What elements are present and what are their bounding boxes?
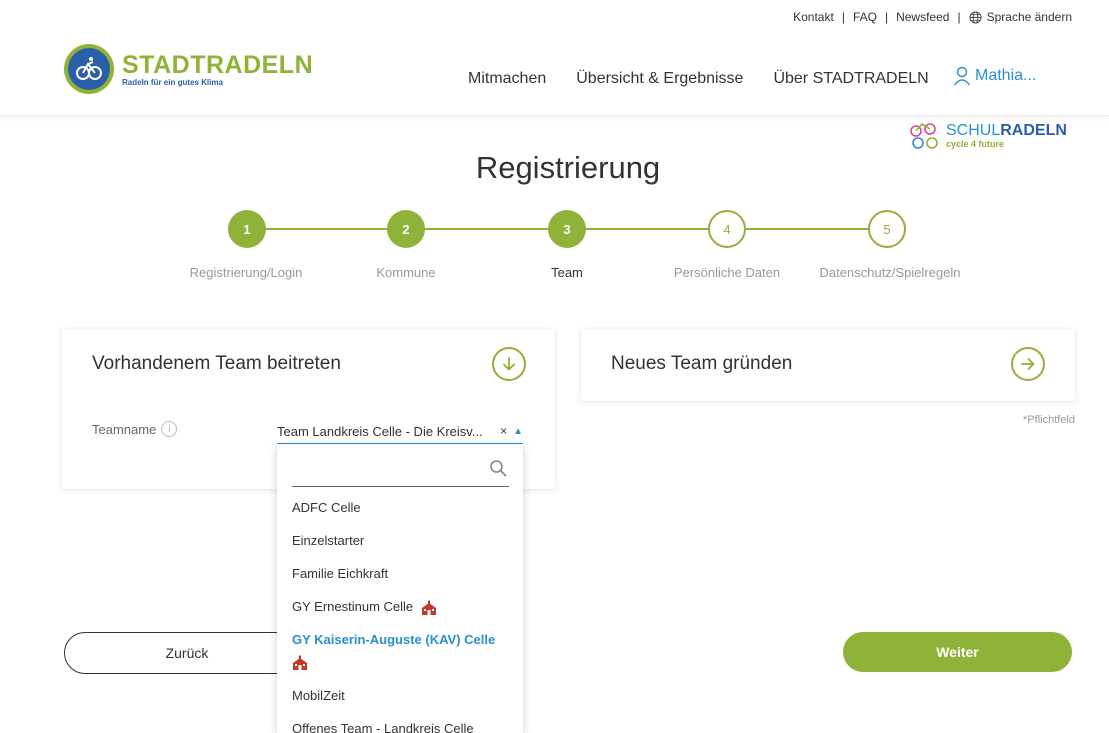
logo-badge: [64, 44, 114, 94]
school-icon: [421, 600, 436, 615]
team-dropdown: ADFC Celle Einzelstarter Familie Eichkra…: [277, 445, 523, 733]
bicycle-icon: [76, 57, 102, 80]
arrow-down-icon: [503, 357, 515, 371]
dropdown-search-input[interactable]: [292, 451, 509, 487]
site-header: Kontakt | FAQ | Newsfeed | Sprache änder…: [0, 0, 1109, 116]
utility-nav: Kontakt | FAQ | Newsfeed | Sprache änder…: [793, 10, 1072, 24]
dropdown-options: ADFC Celle Einzelstarter Familie Eichkra…: [277, 497, 523, 733]
teamname-select[interactable]: Team Landkreis Celle - Die Kreisv... × ▲: [277, 419, 523, 444]
stadtradeln-logo[interactable]: STADTRADELN Radeln für ein gutes Klima: [64, 44, 313, 94]
dropdown-arrow-icon[interactable]: ▲: [513, 426, 523, 437]
option-label: Offenes Team - Landkreis Celle: [292, 721, 474, 733]
back-button[interactable]: Zurück: [64, 632, 310, 674]
faq-link[interactable]: FAQ: [853, 10, 877, 24]
step-connector: [425, 228, 566, 230]
separator: |: [957, 10, 961, 24]
option-label: GY Kaiserin-Auguste (KAV) Celle: [292, 632, 496, 647]
clear-selection-icon[interactable]: ×: [500, 424, 507, 438]
step-3-circle: 3: [548, 210, 586, 248]
step-1-label: Registrierung/Login: [189, 265, 303, 280]
user-icon: [953, 66, 971, 86]
logo-subtitle: Radeln für ein gutes Klima: [122, 77, 223, 87]
option-mobilzeit[interactable]: MobilZeit: [277, 685, 523, 718]
teamname-label: Teamname i: [92, 421, 178, 437]
search-icon: [490, 460, 507, 477]
school-icon: [293, 655, 307, 670]
option-gy-kaiserin-auguste[interactable]: GY Kaiserin-Auguste (KAV) Celle: [277, 629, 523, 685]
language-label: Sprache ändern: [986, 10, 1072, 24]
step-connector: [586, 228, 727, 230]
language-switch[interactable]: Sprache ändern: [969, 10, 1072, 24]
next-button[interactable]: Weiter: [843, 632, 1072, 672]
step-5-label: Datenschutz/Spielregeln: [819, 265, 961, 280]
schulradeln-subtitle: cycle 4 future: [946, 139, 1005, 149]
option-adfc-celle[interactable]: ADFC Celle: [277, 497, 523, 530]
arrow-right-icon: [1021, 358, 1035, 370]
newsfeed-link[interactable]: Newsfeed: [896, 10, 949, 24]
option-label: MobilZeit: [292, 688, 345, 703]
nav-item-mitmachen[interactable]: Mitmachen: [468, 70, 546, 88]
join-team-title: Vorhandenem Team beitreten: [92, 353, 341, 374]
expand-join-button[interactable]: [492, 347, 526, 381]
new-team-card[interactable]: Neues Team gründen: [581, 329, 1075, 401]
cyclists-icon: [910, 122, 938, 149]
user-name: Mathia...: [975, 67, 1037, 84]
separator: |: [884, 10, 889, 24]
required-note: *Pflichtfeld: [1023, 414, 1075, 426]
nav-item-ueber[interactable]: Über STADTRADELN: [773, 70, 928, 88]
nav-item-uebersicht[interactable]: Übersicht & Ergebnisse: [576, 70, 743, 88]
step-1-circle: 1: [228, 210, 266, 248]
info-icon[interactable]: i: [161, 421, 178, 437]
option-offenes-team[interactable]: Offenes Team - Landkreis Celle: [277, 718, 523, 733]
schulradeln-logo[interactable]: SCHULRADELN cycle 4 future: [908, 119, 1067, 153]
main-nav: Mitmachen Übersicht & Ergebnisse Über ST…: [468, 70, 929, 88]
logo-title: STADTRADELN: [122, 50, 314, 79]
option-einzelstarter[interactable]: Einzelstarter: [277, 530, 523, 563]
teamname-selected-value: Team Landkreis Celle - Die Kreisv...: [277, 423, 483, 439]
option-label: GY Ernestinum Celle: [292, 599, 414, 614]
step-3-label: Team: [551, 265, 583, 280]
registration-stepper: 1 2 3 4 5 Registrierung/Login Kommune Te…: [0, 210, 1109, 290]
step-4-label: Persönliche Daten: [673, 265, 781, 280]
schulradeln-title: SCHULRADELN: [946, 123, 1067, 139]
step-4-circle: 4: [708, 210, 746, 248]
globe-icon: [969, 10, 982, 24]
schulradeln-title-a: SCHUL: [946, 122, 1001, 139]
step-2-circle: 2: [387, 210, 425, 248]
step-connector: [266, 228, 407, 230]
option-gy-ernestinum[interactable]: GY Ernestinum Celle: [277, 596, 523, 629]
schulradeln-title-b: RADELN: [1000, 122, 1067, 139]
teamname-label-text: Teamname: [92, 421, 157, 437]
step-2-label: Kommune: [376, 265, 436, 280]
separator: |: [841, 10, 845, 24]
create-team-button[interactable]: [1011, 347, 1045, 381]
step-connector: [746, 228, 887, 230]
new-team-title: Neues Team gründen: [611, 353, 793, 374]
option-label: Einzelstarter: [292, 533, 365, 548]
page-title: Registrierung: [475, 150, 661, 185]
step-5-circle: 5: [868, 210, 906, 248]
option-label: ADFC Celle: [292, 500, 361, 515]
user-menu[interactable]: Mathia...: [953, 66, 1036, 86]
option-label: Familie Eichkraft: [292, 566, 389, 581]
contact-link[interactable]: Kontakt: [793, 10, 834, 24]
option-familie-eichkraft[interactable]: Familie Eichkraft: [277, 563, 523, 596]
